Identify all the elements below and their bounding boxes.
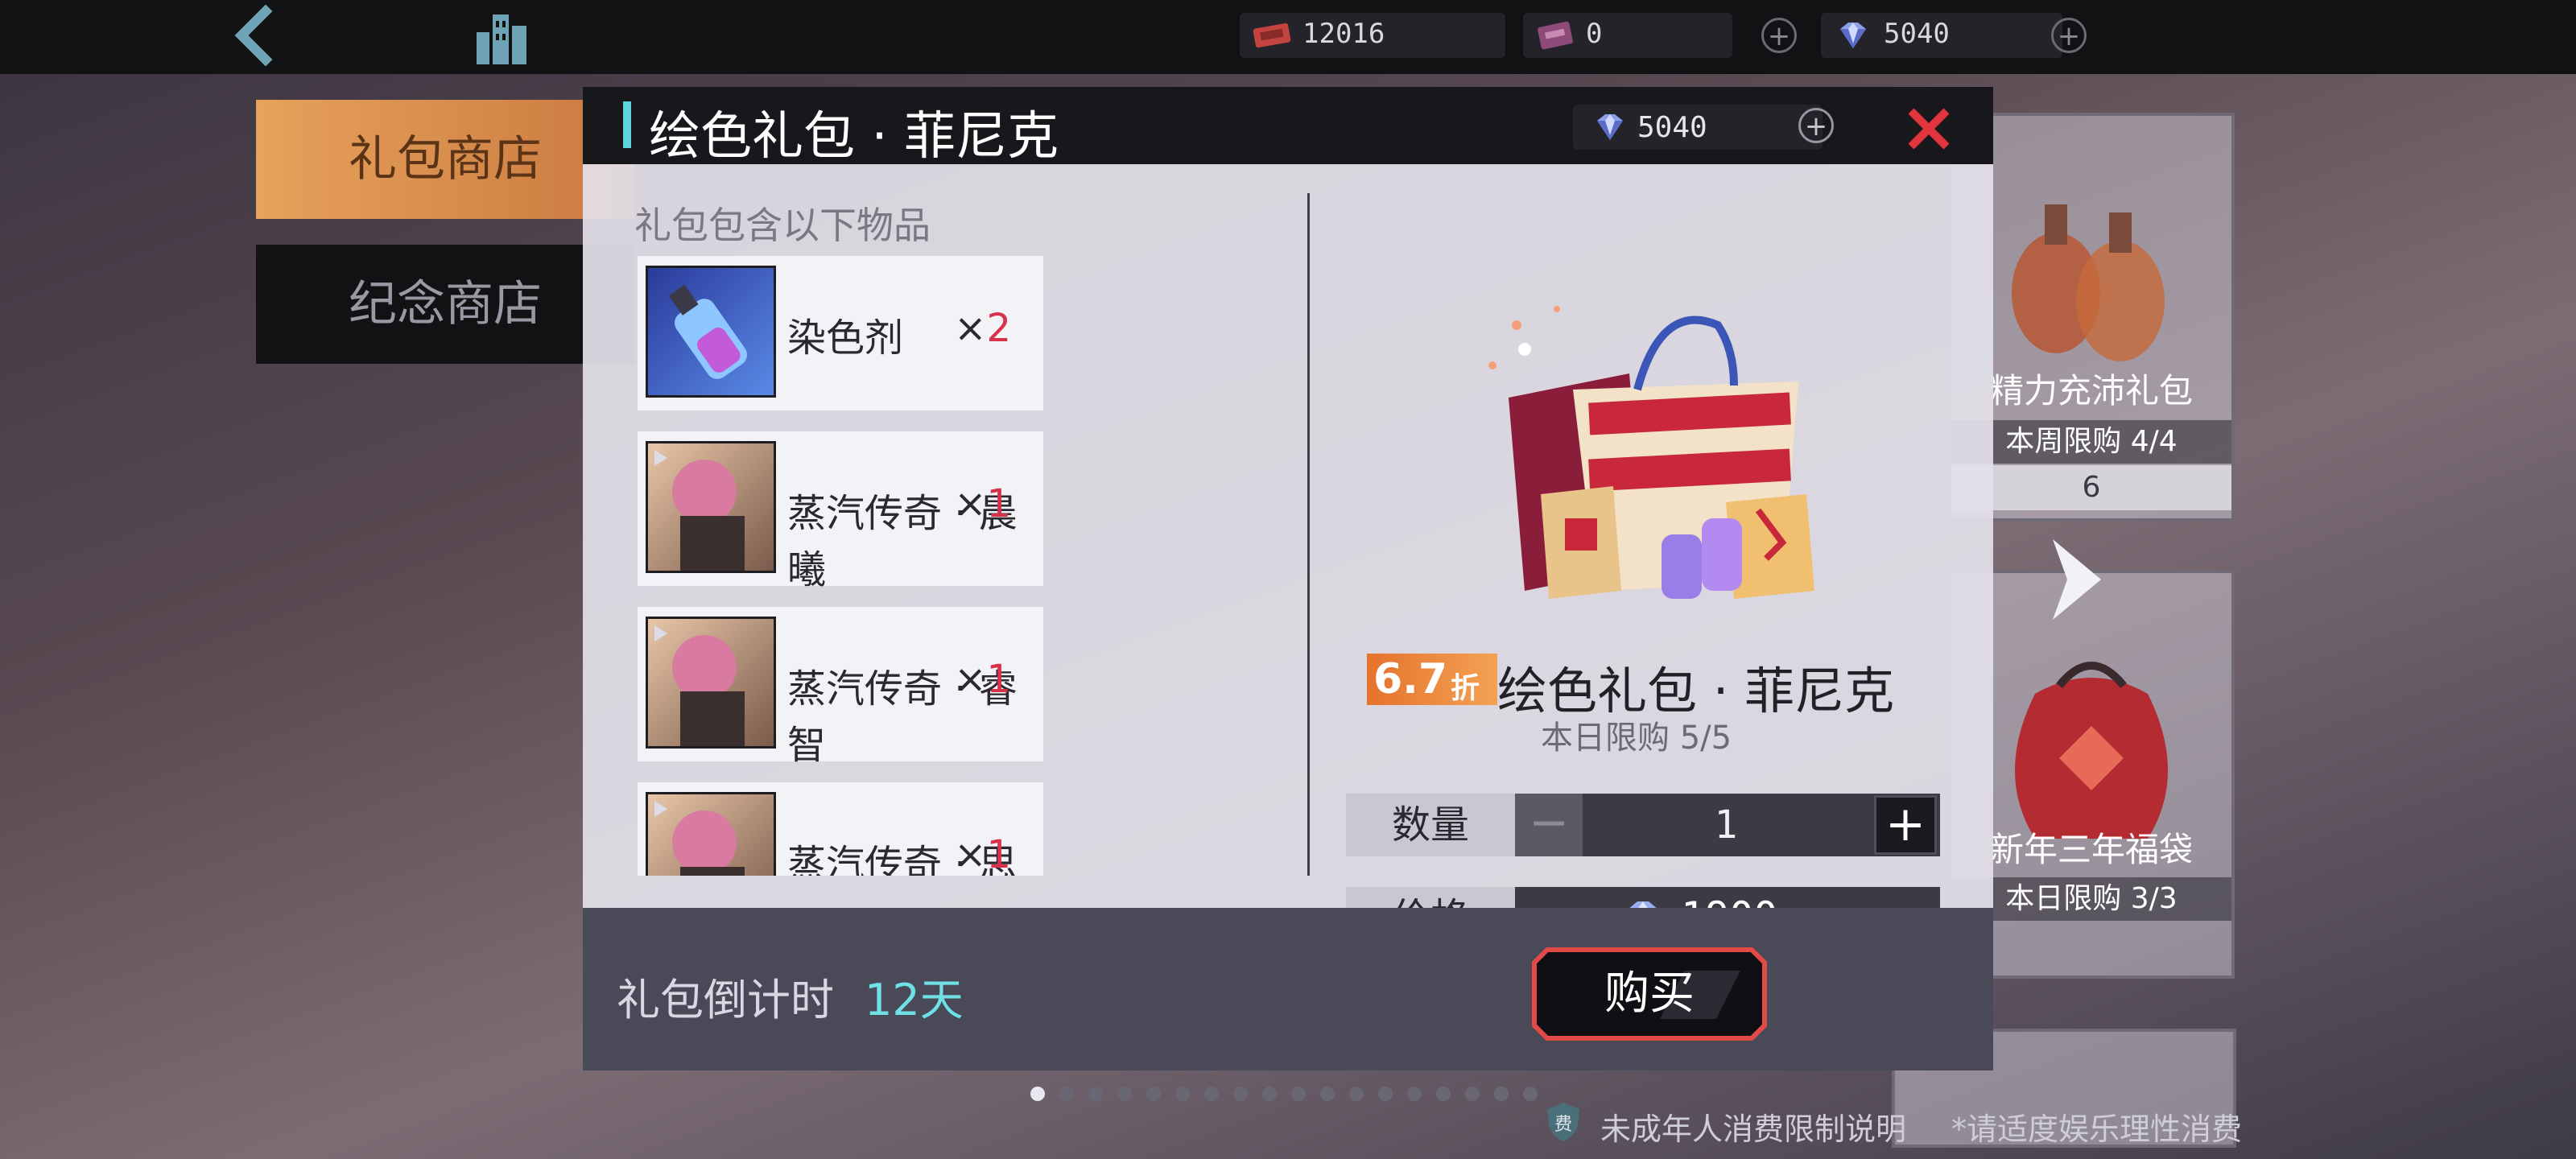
title-accent-bar — [623, 101, 631, 148]
discount-unit: 折 — [1451, 672, 1480, 705]
carousel-dot[interactable] — [1262, 1087, 1277, 1101]
increase-quantity-button[interactable]: + — [1874, 795, 1937, 855]
carousel-dot[interactable] — [1291, 1087, 1306, 1101]
gems-counter: 5040 — [1821, 13, 2062, 58]
dialog-gems-counter: 5040 — [1573, 105, 1823, 150]
quantity-stepper: 数量 − 1 + — [1346, 794, 1940, 856]
coupon-card-icon — [1538, 21, 1573, 50]
carousel-dot[interactable] — [1088, 1087, 1103, 1101]
carousel-dot[interactable] — [1436, 1087, 1451, 1101]
item-quantity: ×2 — [954, 306, 1011, 351]
list-item[interactable]: 染色剂 ×2 — [638, 256, 1043, 410]
back-arrow-icon[interactable] — [217, 3, 290, 68]
items-list[interactable]: 染色剂 ×2 蒸汽传奇 · 晨曦 ×1 蒸汽传奇 · 睿智 ×1 蒸汽传奇 · … — [638, 256, 1043, 876]
add-gems-button[interactable]: + — [2051, 18, 2087, 53]
diamond-icon — [1840, 23, 1866, 48]
minor-consumption-notice[interactable]: 未成年人消费限制说明 — [1600, 1104, 1906, 1149]
decrease-quantity-button[interactable]: − — [1515, 794, 1583, 856]
carousel-dot[interactable] — [1175, 1087, 1190, 1101]
contents-label: 礼包包含以下物品 — [634, 204, 931, 247]
carousel-dot[interactable] — [1146, 1087, 1161, 1101]
carousel-dot[interactable] — [1494, 1087, 1509, 1101]
shield-icon: 费 — [1547, 1103, 1579, 1141]
character-portrait-icon — [646, 617, 776, 749]
carousel-dot[interactable] — [1204, 1087, 1219, 1101]
carousel-dot[interactable] — [1320, 1087, 1335, 1101]
carousel-dot[interactable] — [1465, 1087, 1480, 1101]
discount-value: 6.7 — [1373, 655, 1448, 703]
carousel-dot[interactable] — [1407, 1087, 1422, 1101]
vertical-divider — [1307, 193, 1310, 876]
next-page-arrow-icon[interactable] — [2045, 531, 2109, 628]
item-quantity: ×1 — [954, 657, 1011, 702]
item-name: 染色剂 — [787, 316, 904, 361]
gift-pack-dialog: 绘色礼包 · 菲尼克 5040 + 礼包包含以下物品 染色剂 ×2 蒸汽传奇 ·… — [583, 87, 1993, 1070]
city-home-icon[interactable] — [467, 3, 539, 68]
buy-button-label: 购买 — [1604, 967, 1695, 1020]
dialog-title: 绘色礼包 · 菲尼克 — [649, 107, 1059, 167]
buy-button[interactable]: 购买 — [1531, 947, 1768, 1041]
tab-gift-shop[interactable]: 礼包商店 — [256, 100, 634, 219]
dye-bottle-icon — [646, 266, 776, 398]
rational-consumption-notice: *请适度娱乐理性消费 — [1951, 1112, 2243, 1147]
carousel-dots — [1030, 1087, 1538, 1103]
add-coupon-button[interactable]: + — [1761, 18, 1797, 53]
gems-value: 5040 — [1884, 18, 1950, 50]
character-portrait-icon — [646, 792, 776, 876]
coupon-value: 0 — [1586, 18, 1603, 50]
item-quantity: ×1 — [954, 832, 1011, 876]
close-icon[interactable] — [1903, 103, 1955, 155]
bg-card-limit: 本日限购 3/3 — [1951, 877, 2231, 921]
character-portrait-icon — [646, 441, 776, 573]
dialog-body: 礼包包含以下物品 染色剂 ×2 蒸汽传奇 · 晨曦 ×1 蒸汽传奇 · 睿智 ×… — [583, 164, 1993, 948]
carousel-dot[interactable] — [1117, 1087, 1132, 1101]
bg-card-title: 精力充沛礼包 — [1989, 371, 2193, 410]
dialog-header: 绘色礼包 · 菲尼克 5040 + — [583, 87, 1993, 167]
coupon-counter: 0 — [1523, 13, 1732, 58]
ticket-icon — [1253, 23, 1291, 48]
list-item[interactable]: 蒸汽传奇 · 思绪 ×1 — [638, 782, 1043, 876]
carousel-dot[interactable] — [1378, 1087, 1393, 1101]
bg-card-sub: 6 — [1951, 465, 2231, 510]
tickets-value: 12016 — [1302, 18, 1385, 50]
dialog-gems-value: 5040 — [1637, 111, 1707, 144]
bg-card-limit: 本周限购 4/4 — [1951, 420, 2231, 464]
discount-badge: 6.7 折 — [1367, 654, 1497, 705]
list-item[interactable]: 蒸汽传奇 · 晨曦 ×1 — [638, 431, 1043, 592]
tab-memorial-shop[interactable]: 纪念商店 — [256, 245, 634, 364]
dialog-footer: 礼包倒计时 12天 购买 — [583, 908, 1993, 1070]
list-item[interactable]: 蒸汽传奇 · 睿智 ×1 — [638, 607, 1043, 768]
diamond-icon — [1597, 114, 1623, 140]
quantity-label: 数量 — [1346, 794, 1515, 856]
countdown-value: 12天 — [865, 975, 964, 1025]
daily-limit: 本日限购 5/5 — [1541, 720, 1732, 757]
top-bar: 12016 0 + 5040 + — [0, 0, 2576, 74]
tickets-counter: 12016 — [1240, 13, 1505, 58]
carousel-dot[interactable] — [1030, 1087, 1045, 1101]
bg-card-title: 新年三年福袋 — [1989, 830, 2193, 869]
carousel-dot[interactable] — [1059, 1087, 1074, 1101]
carousel-dot[interactable] — [1523, 1087, 1538, 1101]
svg-text:费: 费 — [1554, 1115, 1572, 1135]
quantity-value[interactable]: 1 — [1583, 794, 1869, 856]
item-quantity: ×1 — [954, 481, 1011, 526]
carousel-dot[interactable] — [1349, 1087, 1364, 1101]
gift-bag-icon — [1488, 306, 1814, 599]
carousel-dot[interactable] — [1233, 1087, 1248, 1101]
countdown-label: 礼包倒计时 — [617, 975, 834, 1025]
dialog-add-gems-button[interactable]: + — [1798, 108, 1834, 143]
